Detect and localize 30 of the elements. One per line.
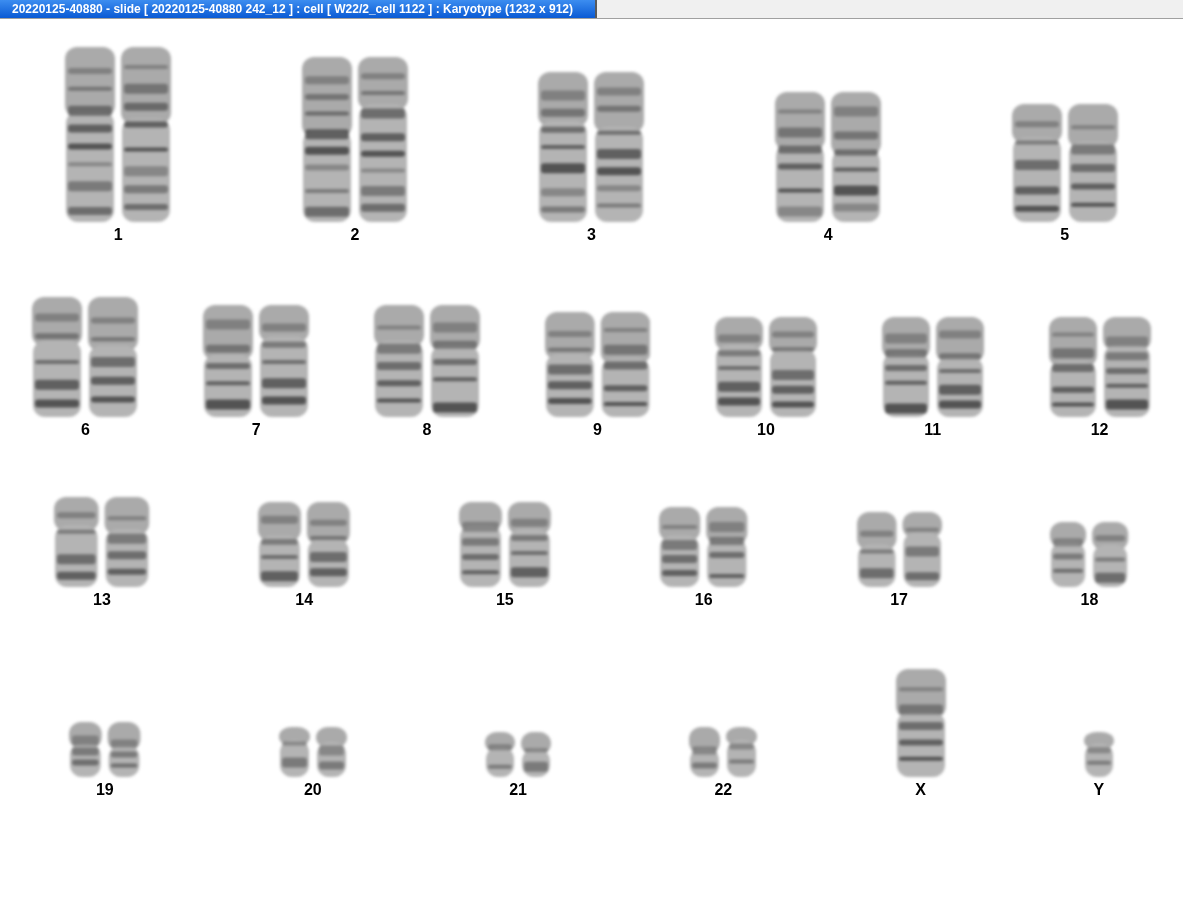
chromosome-label: 7 (251, 421, 261, 439)
chromosome-pair-drawing (485, 732, 552, 777)
chromosome-label: 17 (890, 591, 908, 609)
chromosome-label: 2 (350, 226, 360, 244)
chromosome-label: Y (1093, 781, 1105, 799)
chromosome-label: 9 (593, 421, 602, 439)
chromosome-label: 6 (80, 421, 90, 439)
window-title: 20220125-40880 - slide [ 20220125-40880 242_12 ] : cell [ W22/2_cell 1122 ] : Karyotype (1232 x 912) (0, 0, 598, 18)
chromosome-label: 4 (823, 226, 833, 244)
chromosome-label: 1 (113, 226, 123, 244)
chromosome-label: 18 (1080, 591, 1099, 609)
chromosome-label: 21 (509, 781, 527, 799)
chromosome-label: 5 (1060, 226, 1070, 244)
chromosome-label: 20 (303, 781, 322, 799)
chromosome-drawing (1083, 732, 1114, 777)
chromosome-label: 14 (295, 591, 314, 609)
chromosome-label: X (915, 781, 926, 799)
chromosome-label: 22 (714, 781, 733, 799)
chromosome-label: 12 (1090, 421, 1109, 439)
chromosome-label: 8 (422, 421, 432, 439)
chromosome-label: 3 (587, 226, 596, 244)
chromosome-pair-drawing (278, 727, 347, 777)
chromosome-pair-drawing (689, 727, 758, 777)
chromosome-pair-drawing (69, 722, 141, 777)
chromosome-label: 10 (757, 421, 775, 439)
chromosome-label: 16 (694, 591, 713, 609)
chromosome-label: 11 (924, 421, 942, 439)
chromosome-label: 15 (495, 591, 514, 609)
chromosome-label: 13 (93, 591, 111, 609)
chromosome-label: 19 (95, 781, 114, 799)
